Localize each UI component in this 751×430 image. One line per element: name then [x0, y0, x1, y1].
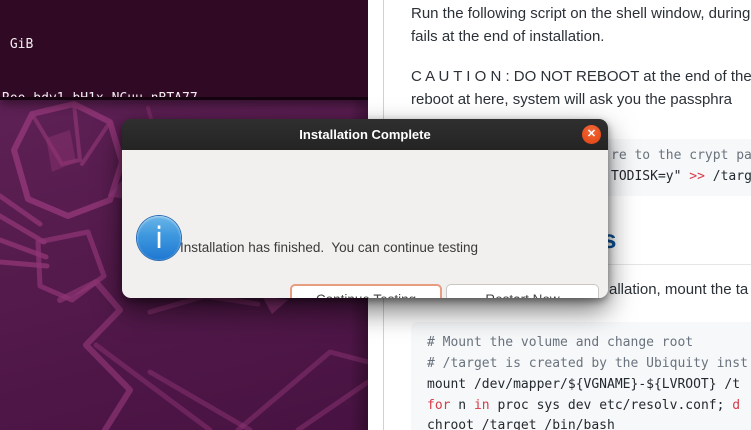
doc-paragraph-line: Run the following script on the shell wi…	[411, 5, 750, 22]
code-line: # /target is created by the Ubiquity ins…	[427, 356, 748, 371]
code-line: TODISK=y" >> /targ	[611, 169, 751, 184]
dialog-message-line: Installation has finished. You can conti…	[180, 239, 500, 258]
code-text: n	[450, 398, 473, 413]
code-line: mount /dev/mapper/${VGNAME}-${LVROOT} /t	[427, 377, 740, 392]
code-line: re to the crypt pa	[611, 148, 751, 163]
close-icon[interactable]: ✕	[582, 125, 601, 144]
installation-complete-dialog: Installation Complete ✕ i Installation h…	[122, 119, 608, 298]
terminal-line: Roo-bdv1-bH1x-NCuu-nBTA77	[0, 90, 368, 100]
doc-caution-line: C A U T I O N : DO NOT REBOOT at the end…	[411, 68, 751, 85]
code-text: /targ	[705, 169, 751, 184]
dialog-body: i Installation has finished. You can con…	[122, 150, 608, 298]
dialog-title: Installation Complete	[122, 119, 608, 150]
info-icon: i	[137, 216, 181, 260]
desktop-screen: GiB Roo-bdv1-bH1x-NCuu-nBTA77 re to the …	[0, 0, 751, 430]
code-keyword: for	[427, 398, 450, 413]
code-text: proc sys dev etc/resolv.conf;	[490, 398, 733, 413]
restart-now-button[interactable]: Restart Now	[446, 284, 599, 298]
terminal-line: GiB	[0, 36, 368, 54]
continue-testing-button[interactable]: Continue Testing	[290, 284, 442, 298]
code-line: for n in proc sys dev etc/resolv.conf; d	[427, 398, 740, 413]
doc-caution-line: reboot at here, system will ask you the …	[411, 91, 732, 108]
terminal-window[interactable]: GiB Roo-bdv1-bH1x-NCuu-nBTA77 re to the …	[0, 0, 368, 100]
code-keyword: d	[732, 398, 740, 413]
code-text: TODISK=y"	[611, 169, 689, 184]
code-keyword: in	[474, 398, 490, 413]
doc-paragraph-fragment: allation, mount the ta	[609, 281, 748, 298]
code-operator: >>	[689, 169, 705, 184]
code-line: # Mount the volume and change root	[427, 335, 693, 350]
code-line: chroot /target /bin/bash	[427, 418, 615, 430]
dialog-titlebar[interactable]: Installation Complete ✕	[122, 119, 608, 150]
doc-paragraph-line: fails at the end of installation.	[411, 28, 604, 45]
